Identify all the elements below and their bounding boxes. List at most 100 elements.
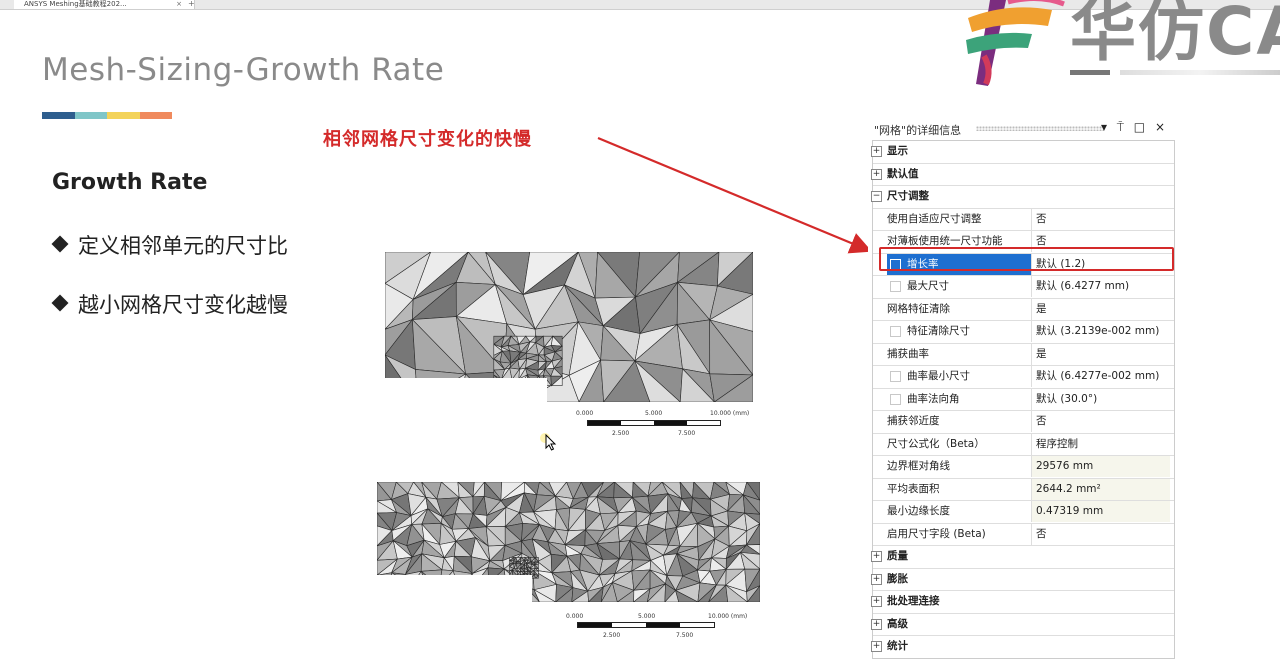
scale-label-top: 10.000 (mm) <box>710 410 750 417</box>
mouse-cursor-icon <box>545 434 557 451</box>
group-defaults[interactable]: + 默认值 <box>871 164 1174 186</box>
property-label: 启用尺寸字段 (Beta) <box>887 523 1032 545</box>
property-value: 29576 mm <box>1032 456 1170 477</box>
property-row-size-field[interactable]: 启用尺寸字段 (Beta) 否 <box>873 523 1174 546</box>
bullet-text: 越小网格尺寸变化越慢 <box>78 293 288 317</box>
property-row-defeaturing[interactable]: 网格特征清除 是 <box>873 298 1174 321</box>
group-label: 膨胀 <box>887 572 908 585</box>
parameter-checkbox[interactable] <box>890 281 901 292</box>
group-display[interactable]: + 显示 <box>871 141 1174 164</box>
fine-mesh-image <box>377 482 760 602</box>
property-row-capture-curvature[interactable]: 捕获曲率 是 <box>873 343 1174 366</box>
group-label: 高级 <box>887 617 908 630</box>
expand-icon[interactable]: + <box>871 573 882 585</box>
logo-subtitle-blurred <box>1120 70 1280 75</box>
scale-label-top: 0.000 <box>566 613 584 620</box>
new-tab-button[interactable]: + <box>188 0 195 8</box>
property-row-defeature-size[interactable]: 特征清除尺寸 默认 (3.2139e-002 mm) <box>873 321 1174 344</box>
group-quality[interactable]: + 质量 <box>871 546 1174 569</box>
details-property-grid: + 显示 + 默认值 − 尺寸调整 使用自适应尺寸调整 否 对薄板使用统一尺寸功… <box>871 140 1175 659</box>
growth-rate-highlight-box <box>879 247 1174 271</box>
parameter-checkbox[interactable] <box>890 393 901 405</box>
bullet-text: 定义相邻单元的尺寸比 <box>78 234 288 258</box>
expand-icon[interactable]: + <box>871 596 882 607</box>
group-statistics[interactable]: + 统计 <box>871 636 1174 658</box>
property-row-curvature-normal-angle[interactable]: 曲率法向角 默认 (30.0°) <box>873 388 1174 411</box>
expand-icon[interactable]: + <box>871 641 882 652</box>
title-accent-bar <box>42 112 172 119</box>
scale-label-top: 10.000 (mm) <box>708 613 748 620</box>
property-row-average-surface-area: 平均表面积 2644.2 mm² <box>873 478 1174 501</box>
property-value[interactable]: 是 <box>1036 299 1047 320</box>
scale-label-bottom: 2.500 <box>612 430 630 437</box>
property-value[interactable]: 默认 (3.2139e-002 mm) <box>1036 321 1159 342</box>
group-batch-connections[interactable]: + 批处理连接 <box>871 591 1174 614</box>
details-panel-header: "网格"的详细信息 ▾ ⍑ □ × <box>868 118 1174 140</box>
details-panel: "网格"的详细信息 ▾ ⍑ □ × + 显示 + 默认值 − 尺寸调整 使用自适… <box>868 118 1175 659</box>
property-row-adaptive-sizing[interactable]: 使用自适应尺寸调整 否 <box>873 208 1174 231</box>
group-inflation[interactable]: + 膨胀 <box>871 569 1174 591</box>
property-row-capture-proximity[interactable]: 捕获邻近度 否 <box>873 411 1174 434</box>
accent-segment <box>139 112 172 119</box>
property-value[interactable]: 是 <box>1036 344 1047 365</box>
details-panel-title: "网格"的详细信息 <box>874 124 962 137</box>
scale-label-top: 5.000 <box>645 410 663 417</box>
property-value[interactable]: 否 <box>1036 524 1047 545</box>
annotation-text: 相邻网格尺寸变化的快慢 <box>323 129 532 150</box>
property-label: 曲率最小尺寸 <box>887 366 1032 387</box>
property-row-size-formulation[interactable]: 尺寸公式化（Beta） 程序控制 <box>873 433 1174 456</box>
group-label: 默认值 <box>887 167 919 180</box>
diamond-bullet-icon <box>51 294 69 312</box>
property-value[interactable]: 默认 (30.0°) <box>1036 389 1097 410</box>
property-label: 曲率法向角 <box>887 388 1032 410</box>
property-label: 网格特征清除 <box>887 298 1032 320</box>
expand-icon[interactable]: + <box>871 551 882 562</box>
collapse-icon[interactable]: − <box>871 191 882 202</box>
parameter-checkbox[interactable] <box>890 326 901 337</box>
property-value[interactable]: 否 <box>1036 209 1047 230</box>
group-advanced[interactable]: + 高级 <box>871 614 1174 636</box>
property-value[interactable]: 默认 (6.4277e-002 mm) <box>1036 366 1159 387</box>
browser-tab-label: ANSYS Meshing基础教程202... <box>24 0 127 8</box>
property-value: 0.47319 mm <box>1032 501 1170 522</box>
expand-icon[interactable]: + <box>871 618 882 630</box>
accent-segment <box>107 112 140 119</box>
scale-bar <box>577 622 715 628</box>
group-sizing[interactable]: − 尺寸调整 <box>871 186 1174 209</box>
property-value[interactable]: 默认 (6.4277 mm) <box>1036 276 1129 297</box>
diamond-bullet-icon <box>51 235 69 253</box>
property-label: 尺寸公式化（Beta） <box>887 433 1032 455</box>
expand-icon[interactable]: + <box>871 168 882 180</box>
scale-label-bottom: 7.500 <box>676 632 694 639</box>
slide-title: Mesh-Sizing-Growth Rate <box>42 52 445 88</box>
close-tab-icon[interactable]: × <box>176 0 182 8</box>
panel-window-controls[interactable]: ▾ ⍑ □ × <box>1101 120 1168 135</box>
browser-tab[interactable]: ANSYS Meshing基础教程202... × <box>14 0 195 9</box>
property-label: 捕获邻近度 <box>887 411 1032 432</box>
property-label: 使用自适应尺寸调整 <box>887 208 1032 230</box>
group-label: 显示 <box>887 145 908 157</box>
section-heading: Growth Rate <box>52 170 208 195</box>
scale-label-top: 5.000 <box>638 613 656 620</box>
group-label: 统计 <box>887 640 908 652</box>
property-label: 平均表面积 <box>887 478 1032 500</box>
property-value[interactable]: 否 <box>1036 411 1047 432</box>
scale-label-bottom: 2.500 <box>603 632 621 639</box>
bullet-item: 越小网格尺寸变化越慢 <box>51 289 288 319</box>
scale-label-bottom: 7.500 <box>678 430 696 437</box>
property-row-bounding-box-diagonal: 边界框对角线 29576 mm <box>873 456 1174 479</box>
logo-underline <box>1070 70 1110 75</box>
scale-bar <box>587 420 721 426</box>
parameter-checkbox[interactable] <box>890 371 901 382</box>
brand-logo: 华仿CA <box>940 0 1280 92</box>
property-row-curvature-min-size[interactable]: 曲率最小尺寸 默认 (6.4277e-002 mm) <box>873 366 1174 389</box>
logo-mark-icon <box>966 0 1065 86</box>
property-row-max-size[interactable]: 最大尺寸 默认 (6.4277 mm) <box>873 276 1174 299</box>
expand-icon[interactable]: + <box>871 146 882 157</box>
property-value[interactable]: 程序控制 <box>1036 434 1078 455</box>
bullet-item: 定义相邻单元的尺寸比 <box>51 230 288 260</box>
group-label: 质量 <box>887 550 908 562</box>
scale-label-top: 0.000 <box>576 410 594 417</box>
property-label: 最小边缘长度 <box>887 501 1032 522</box>
panel-drag-handle[interactable] <box>976 126 1104 131</box>
